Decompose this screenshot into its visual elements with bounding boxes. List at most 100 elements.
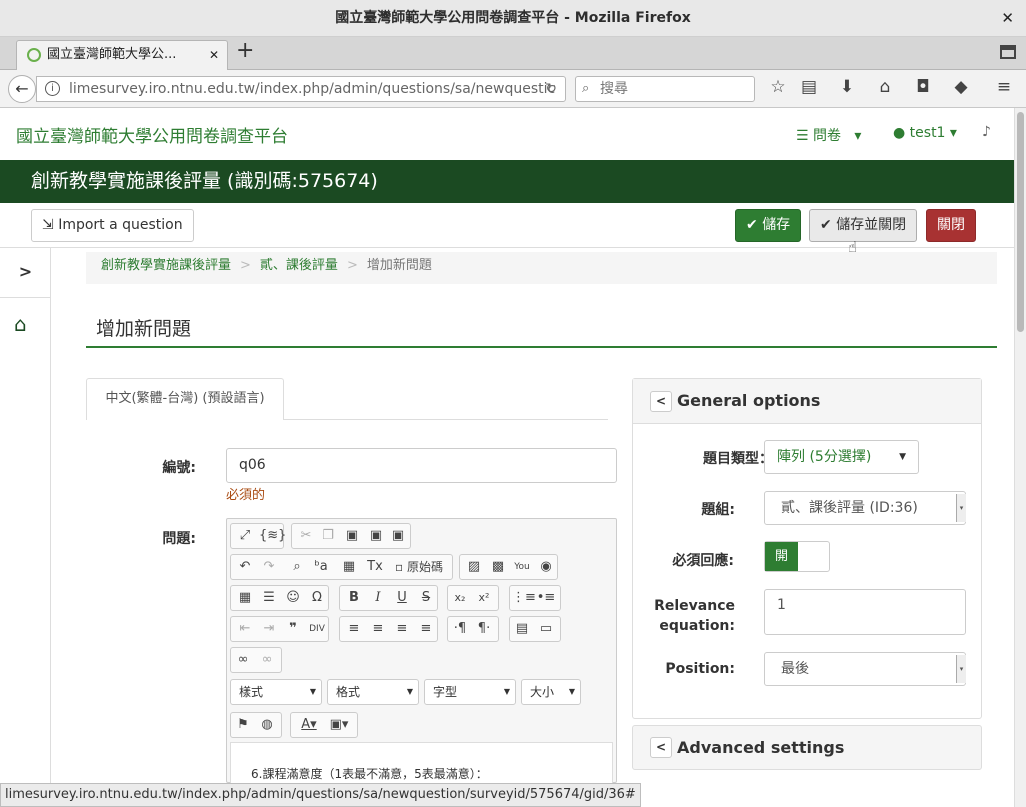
question-type-select[interactable]: 陣列 (5分選擇) ▼ [764, 440, 919, 474]
reading-list-icon[interactable]: ▤ [798, 77, 820, 97]
tab-language[interactable]: 中文(繁體-台灣) (預設語言) [86, 378, 284, 420]
scrollbar-thumb[interactable] [1017, 112, 1024, 332]
reload-icon[interactable]: ↻ [545, 77, 557, 101]
flag-icon[interactable]: ⚑ [233, 716, 253, 734]
indent-icon[interactable]: ⇥ [259, 620, 279, 638]
italic-icon[interactable]: I [368, 589, 388, 607]
tab-close-icon[interactable]: ✕ [209, 41, 219, 69]
strikethrough-icon[interactable]: S [416, 589, 436, 607]
question-group-label: 題組: [701, 502, 735, 518]
chevron-left-icon[interactable]: < [650, 737, 672, 758]
sidebar-toggle-button[interactable]: > [0, 248, 51, 298]
hamburger-menu-icon[interactable]: ≡ [993, 77, 1015, 97]
outdent-icon[interactable]: ⇤ [235, 620, 255, 638]
templates-icon[interactable]: ▤ [512, 620, 532, 638]
redo-icon[interactable]: ↷ [259, 558, 279, 576]
blockquote-icon[interactable]: ❞ [283, 620, 303, 638]
size-select[interactable]: 大小 ▼ [521, 679, 581, 705]
url-bar[interactable]: i limesurvey.iro.ntnu.edu.tw/index.php/a… [36, 76, 566, 102]
special-char-icon[interactable]: Ω [307, 589, 327, 607]
image-icon[interactable]: ▨ [464, 558, 484, 576]
save-and-close-button[interactable]: ✔ 儲存並關閉 [809, 209, 918, 242]
mandatory-toggle[interactable]: 開 [764, 541, 830, 572]
underline-icon[interactable]: U [392, 589, 412, 607]
horizontal-rule-icon[interactable]: ☰ [259, 589, 279, 607]
chevron-left-icon[interactable]: < [650, 391, 672, 412]
source-button[interactable]: ▫ 原始碼 [389, 558, 449, 576]
subscript-icon[interactable]: x₂ [450, 589, 470, 607]
relevance-equation-field[interactable]: 1 [764, 589, 966, 635]
extension-icon[interactable]: ◆ [950, 77, 972, 97]
expression-icon[interactable]: {≋} [259, 527, 286, 545]
numbered-list-icon[interactable]: ⋮≡ [512, 589, 536, 607]
paste-icon[interactable]: ▣ [342, 527, 362, 545]
position-select[interactable]: 最後 ▾ [764, 652, 966, 686]
smiley-icon[interactable]: ☺ [283, 589, 303, 607]
paste-word-icon[interactable]: ▣ [388, 527, 408, 545]
undo-icon[interactable]: ↶ [235, 558, 255, 576]
text-ltr-icon[interactable]: ·¶ [450, 620, 470, 638]
bold-icon[interactable]: B [344, 589, 364, 607]
text-rtl-icon[interactable]: ¶· [474, 620, 494, 638]
flash-icon[interactable]: ◉ [536, 558, 556, 576]
editor-text: 6.課程滿意度（1表最不滿意，5表最滿意）： [251, 767, 488, 781]
align-center-icon[interactable]: ≡ [368, 620, 388, 638]
breadcrumb-survey[interactable]: 創新教學實施課後評量 [101, 258, 231, 273]
notification-bell-icon[interactable]: ♪ [982, 124, 991, 140]
browser-tab[interactable]: 國立臺灣師範大學公... ✕ [16, 40, 228, 70]
pocket-icon[interactable]: ◘ [912, 77, 934, 97]
breadcrumb-group[interactable]: 貳、課後評量 [260, 258, 338, 273]
video-icon[interactable]: ▩ [488, 558, 508, 576]
font-select[interactable]: 字型 ▼ [424, 679, 516, 705]
cut-icon[interactable]: ✂ [296, 527, 316, 545]
favicon-icon [27, 48, 41, 62]
globe-icon[interactable]: ◍ [257, 716, 277, 734]
superscript-icon[interactable]: x² [474, 589, 494, 607]
replace-icon[interactable]: ᵇa [311, 558, 331, 576]
bookmark-star-icon[interactable]: ☆ [767, 77, 789, 97]
unlink-icon[interactable]: ∞ [257, 651, 277, 669]
select-all-icon[interactable]: ▦ [339, 558, 359, 576]
save-button[interactable]: ✔ 儲存 [735, 209, 802, 242]
find-icon[interactable]: ⌕ [287, 558, 307, 576]
page-scrollbar[interactable] [1014, 108, 1026, 807]
youtube-icon[interactable]: You [512, 558, 532, 576]
paste-text-icon[interactable]: ▣ [366, 527, 386, 545]
advanced-settings-header[interactable]: < Advanced settings [632, 725, 982, 770]
align-left-icon[interactable]: ≡ [344, 620, 364, 638]
document-icon[interactable]: ▭ [536, 620, 556, 638]
home-icon[interactable]: ⌂ [874, 77, 896, 97]
general-options-header[interactable]: < General options [633, 379, 981, 424]
import-question-button[interactable]: ⇲ Import a question [31, 209, 194, 242]
remove-format-icon[interactable]: Tx [365, 558, 385, 576]
align-right-icon[interactable]: ≡ [392, 620, 412, 638]
download-icon[interactable]: ⬇ [836, 77, 858, 97]
toolbar-group-lists: ⋮≡ •≡ [509, 585, 561, 611]
format-select[interactable]: 格式 ▼ [327, 679, 419, 705]
site-title[interactable]: 國立臺灣師範大學公用問卷調查平台 [16, 122, 288, 147]
bulleted-list-icon[interactable]: •≡ [536, 589, 556, 607]
editor-content[interactable]: 6.課程滿意度（1表最不滿意，5表最滿意）： [230, 742, 613, 784]
copy-icon[interactable]: ❐ [318, 527, 338, 545]
text-color-icon[interactable]: A▾ [295, 716, 323, 734]
table-icon[interactable]: ▦ [235, 589, 255, 607]
close-button[interactable]: 關閉 [926, 209, 976, 242]
new-tab-icon[interactable]: + [236, 38, 254, 63]
div-icon[interactable]: DIV [307, 620, 327, 638]
user-menu[interactable]: ● test1 ▾ [893, 125, 957, 141]
window-close-icon[interactable]: ✕ [1001, 0, 1014, 37]
back-button[interactable]: ← [8, 75, 36, 103]
link-icon[interactable]: ∞ [233, 651, 253, 669]
tab-list-icon[interactable] [1000, 45, 1016, 59]
home-icon[interactable]: ⌂ [14, 312, 27, 336]
code-field[interactable]: q06 [226, 448, 617, 483]
styles-select[interactable]: 樣式 ▼ [230, 679, 322, 705]
surveys-menu[interactable]: ☰ 問卷 ▾ [796, 125, 861, 145]
align-justify-icon[interactable]: ≡ [416, 620, 436, 638]
maximize-icon[interactable]: ⤢ [235, 527, 255, 545]
question-group-select[interactable]: 貳、課後評量 (ID:36) ▾ [764, 491, 966, 525]
background-color-icon[interactable]: ▣▾ [325, 716, 353, 734]
info-icon[interactable]: i [45, 81, 60, 96]
search-input[interactable]: ⌕ 搜尋 [575, 76, 755, 102]
toolbar-group-align: ≡ ≡ ≡ ≡ [339, 616, 438, 642]
